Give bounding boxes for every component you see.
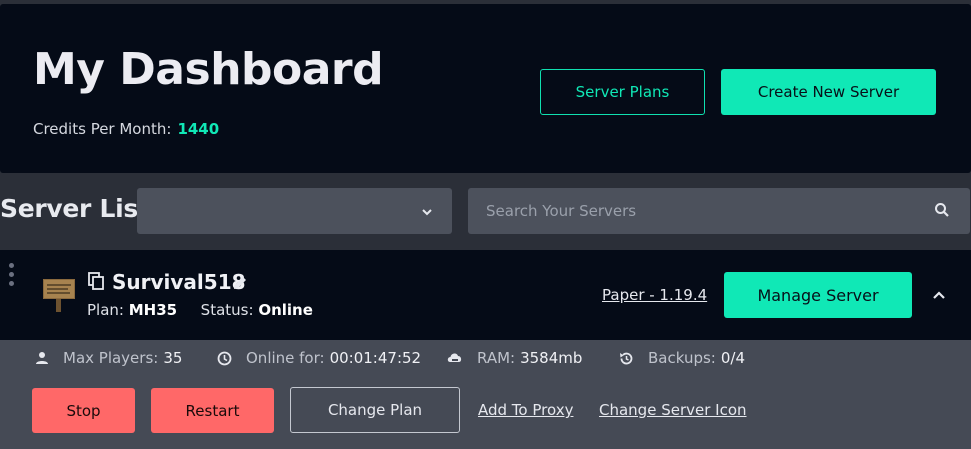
online-for-value: 00:01:47:52 xyxy=(329,349,422,367)
plan-value: MH35 xyxy=(128,301,178,319)
restart-button[interactable]: Restart xyxy=(151,388,274,433)
ram-value: 3584mb xyxy=(520,349,583,367)
edit-icon[interactable] xyxy=(232,275,248,295)
credits-line: Credits Per Month: 1440 xyxy=(33,120,219,138)
backups-label: Backups: xyxy=(648,349,716,367)
change-plan-button[interactable]: Change Plan xyxy=(290,387,460,433)
stat-backups: Backups: 0/4 xyxy=(619,349,745,367)
stat-max-players: Max Players: 35 xyxy=(35,349,182,367)
server-name: Survival518 xyxy=(112,270,246,294)
online-for-label: Online for: xyxy=(246,349,325,367)
credits-value: 1440 xyxy=(177,120,220,138)
max-players-label: Max Players: xyxy=(63,349,159,367)
stat-ram: RAM: 3584mb xyxy=(447,349,582,367)
search-input[interactable] xyxy=(468,188,970,234)
server-version-link[interactable]: Paper - 1.19.4 xyxy=(602,286,707,304)
ram-icon xyxy=(447,353,462,362)
server-sign-icon xyxy=(42,277,76,317)
server-list-title: Server List xyxy=(0,194,150,223)
stop-button[interactable]: Stop xyxy=(32,388,135,433)
stat-online-for: Online for: 00:01:47:52 xyxy=(217,349,421,367)
user-icon xyxy=(36,352,48,364)
drag-handle-icon[interactable] xyxy=(9,263,15,289)
chevron-down-icon xyxy=(420,204,434,223)
server-meta: Plan: MH35 Status: Online xyxy=(87,301,313,319)
create-server-button[interactable]: Create New Server xyxy=(721,69,936,115)
backup-icon xyxy=(620,352,633,364)
copy-icon[interactable] xyxy=(88,272,105,295)
status-label: Status: xyxy=(200,301,254,319)
backups-value: 0/4 xyxy=(720,349,745,367)
server-card: Survival518 Plan: MH35 Status: Online Pa… xyxy=(0,250,971,340)
search-box xyxy=(468,188,970,234)
plan-label: Plan: xyxy=(87,301,124,319)
page-title: My Dashboard xyxy=(33,44,384,95)
clock-icon xyxy=(217,351,232,365)
server-filter-select[interactable] xyxy=(137,188,452,234)
chevron-up-icon[interactable] xyxy=(931,287,947,306)
manage-server-button[interactable]: Manage Server xyxy=(724,272,912,318)
ram-label: RAM: xyxy=(477,349,516,367)
status-value: Online xyxy=(258,301,313,319)
dashboard-header: My Dashboard Credits Per Month: 1440 Serv… xyxy=(0,4,971,173)
add-to-proxy-link[interactable]: Add To Proxy xyxy=(478,401,573,419)
change-server-icon-link[interactable]: Change Server Icon xyxy=(599,401,747,419)
search-icon[interactable] xyxy=(934,202,950,222)
max-players-value: 35 xyxy=(163,349,183,367)
server-plans-button[interactable]: Server Plans xyxy=(540,69,705,115)
server-details-panel: Max Players: 35 Online for: 00:01:47:52 RA… xyxy=(0,340,971,449)
credits-label: Credits Per Month: xyxy=(33,120,172,138)
